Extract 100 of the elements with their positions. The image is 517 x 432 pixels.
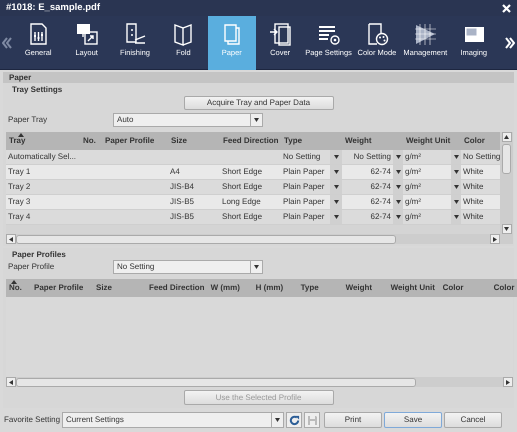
up-arrow-icon	[504, 135, 509, 139]
column-header[interactable]: H (mm)	[252, 279, 298, 297]
caret-icon	[454, 185, 458, 189]
grid-triangle-icon	[413, 22, 438, 46]
column-header[interactable]: W (mm)	[208, 279, 253, 297]
dropdown-button[interactable]	[451, 150, 461, 164]
scroll-left-button[interactable]	[6, 234, 16, 244]
group-title: Paper Profiles	[12, 250, 66, 259]
table-cell-text: g/m²	[404, 151, 422, 163]
caret-icon	[396, 215, 400, 219]
table-cell-text: Plain Paper	[282, 211, 326, 223]
column-header[interactable]: Paper Profile	[31, 279, 93, 297]
table-cell-text: Tray 4	[7, 211, 32, 223]
table-cell-text: White	[462, 181, 484, 193]
favorite-setting-select[interactable]: Current Settings	[62, 412, 284, 428]
close-icon[interactable]	[502, 4, 511, 12]
paper-tray-select[interactable]: Auto	[113, 113, 263, 127]
left-arrow-icon	[9, 236, 13, 242]
table-cell-text: JIS-B5	[169, 211, 196, 223]
down-arrow-icon	[504, 227, 509, 231]
caret-icon	[454, 170, 458, 174]
caret-icon	[334, 215, 338, 219]
window-title: #1018: E_sample.pdf	[6, 0, 100, 15]
scroll-left-icon[interactable]	[2, 36, 12, 48]
caret-icon	[334, 185, 338, 189]
column-header[interactable]: Feed Direction	[220, 132, 281, 150]
scroll-right-icon[interactable]	[505, 36, 515, 48]
caret-icon	[454, 200, 458, 204]
table-cell-text: Short Edge	[221, 211, 264, 223]
scroll-up-button[interactable]	[502, 132, 512, 142]
table-cell-text: No Setting	[352, 151, 392, 163]
table-cell-text: Automatically Sel...	[7, 151, 78, 163]
column-header[interactable]: Type	[281, 132, 342, 150]
scroll-down-button[interactable]	[502, 224, 512, 234]
horizontal-scrollbar[interactable]	[6, 377, 513, 387]
column-header[interactable]: Color	[461, 132, 500, 150]
dropdown-button[interactable]	[393, 150, 403, 164]
table-cell-text: Plain Paper	[282, 166, 326, 178]
sort-ascending-icon	[11, 280, 17, 284]
table-cell-text: g/m²	[404, 181, 422, 193]
caret-icon	[396, 200, 400, 204]
table-cell-text: g/m²	[404, 196, 422, 208]
caret-icon	[254, 118, 259, 122]
table-cell-text: g/m²	[404, 166, 422, 178]
column-header[interactable]: Paper Profile	[102, 132, 168, 150]
column-header[interactable]: No.	[6, 279, 31, 297]
column-header[interactable]: Type	[298, 279, 343, 297]
monitors-icon	[74, 22, 99, 46]
table-cell-text: White	[462, 166, 484, 178]
table-cell-text: Long Edge	[221, 196, 262, 208]
footer-button[interactable]: Print	[324, 412, 382, 428]
acquire-button[interactable]: Acquire Tray and Paper Data	[184, 96, 334, 110]
section-header: Paper	[3, 72, 514, 83]
column-header[interactable]: Weight Unit	[388, 279, 440, 297]
column-header[interactable]: Color	[492, 279, 517, 297]
table-cell-text: 62-74	[370, 196, 392, 208]
table-cell-text: Tray 2	[7, 181, 32, 193]
table-cell-text: JIS-B4	[169, 181, 196, 193]
column-header[interactable]: Tray	[6, 132, 80, 150]
vertical-scrollbar[interactable]	[500, 132, 513, 234]
left-arrow-icon	[9, 380, 13, 384]
refresh-button[interactable]	[286, 412, 302, 428]
paper-profile-select[interactable]: No Setting	[113, 260, 263, 274]
scrollbar-thumb[interactable]	[16, 234, 396, 244]
dropdown-button[interactable]	[393, 210, 403, 224]
dropdown-button[interactable]	[451, 210, 461, 224]
caret-icon	[396, 155, 400, 159]
sort-ascending-icon	[18, 133, 24, 137]
dropdown-button[interactable]	[330, 210, 342, 224]
scroll-right-button[interactable]	[503, 377, 513, 387]
dropdown-button[interactable]	[330, 150, 342, 164]
table-cell-text: 62-74	[370, 181, 392, 193]
caret-icon	[454, 155, 458, 159]
table-cell-text: Short Edge	[221, 166, 264, 178]
scroll-left-button[interactable]	[6, 377, 16, 387]
footer-button[interactable]: Save	[384, 412, 442, 428]
column-header[interactable]: Size	[93, 279, 146, 297]
scrollbar-thumb[interactable]	[502, 144, 511, 174]
horizontal-scrollbar[interactable]	[6, 234, 513, 244]
column-header[interactable]: Size	[168, 132, 220, 150]
column-header[interactable]: Weight	[342, 132, 403, 150]
table-cell-text: Short Edge	[221, 181, 264, 193]
column-header[interactable]: Weight	[342, 279, 388, 297]
table-cell-text: No Setting	[282, 151, 322, 163]
footer-button[interactable]: Cancel	[444, 412, 502, 428]
cover-insert-icon	[268, 22, 292, 46]
column-header[interactable]: No.	[80, 132, 102, 150]
scrollbar-thumb[interactable]	[16, 378, 416, 386]
column-header[interactable]: Color	[440, 279, 493, 297]
table-cell-text: White	[462, 211, 484, 223]
field-label: Paper Tray	[8, 114, 48, 126]
column-header[interactable]: Feed Direction	[146, 279, 208, 297]
column-header[interactable]: Weight Unit	[403, 132, 461, 150]
right-arrow-icon	[506, 380, 510, 384]
scroll-right-button[interactable]	[490, 234, 500, 244]
caret-icon	[396, 170, 400, 174]
group-title: Tray Settings	[12, 85, 62, 94]
table-cell-text: 62-74	[370, 211, 392, 223]
table-cell-text: Tray 1	[7, 166, 32, 178]
table-cell-text: g/m²	[404, 211, 422, 223]
